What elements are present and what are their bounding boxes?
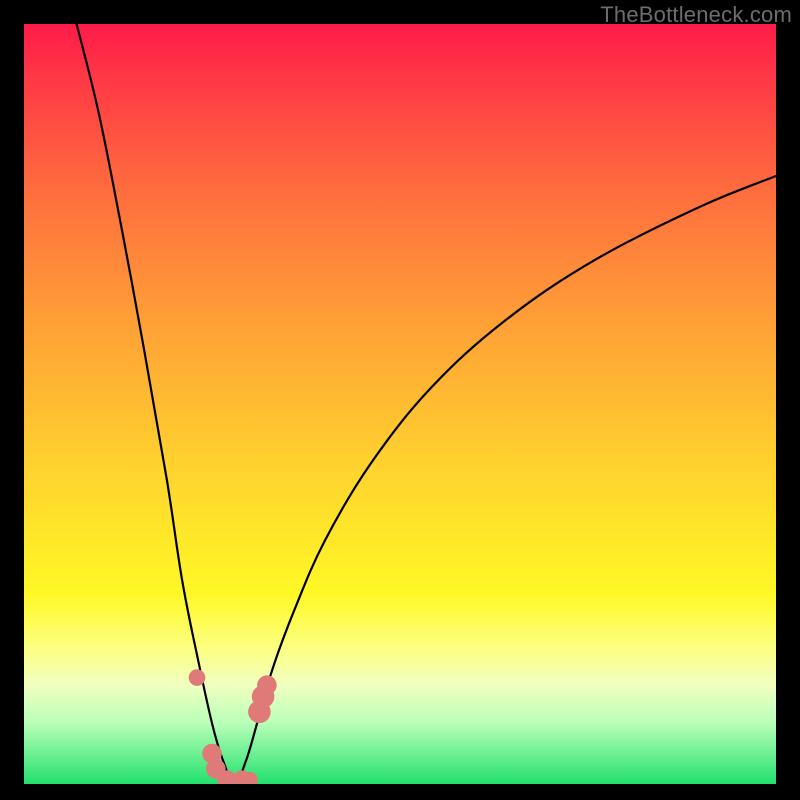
data-point-marker (257, 675, 277, 695)
chart-frame (24, 24, 776, 784)
bottleneck-chart (24, 24, 776, 784)
bottleneck-curve (77, 24, 776, 784)
curve-markers (189, 669, 277, 784)
watermark-text: TheBottleneck.com (600, 2, 792, 28)
data-point-marker (189, 669, 206, 686)
